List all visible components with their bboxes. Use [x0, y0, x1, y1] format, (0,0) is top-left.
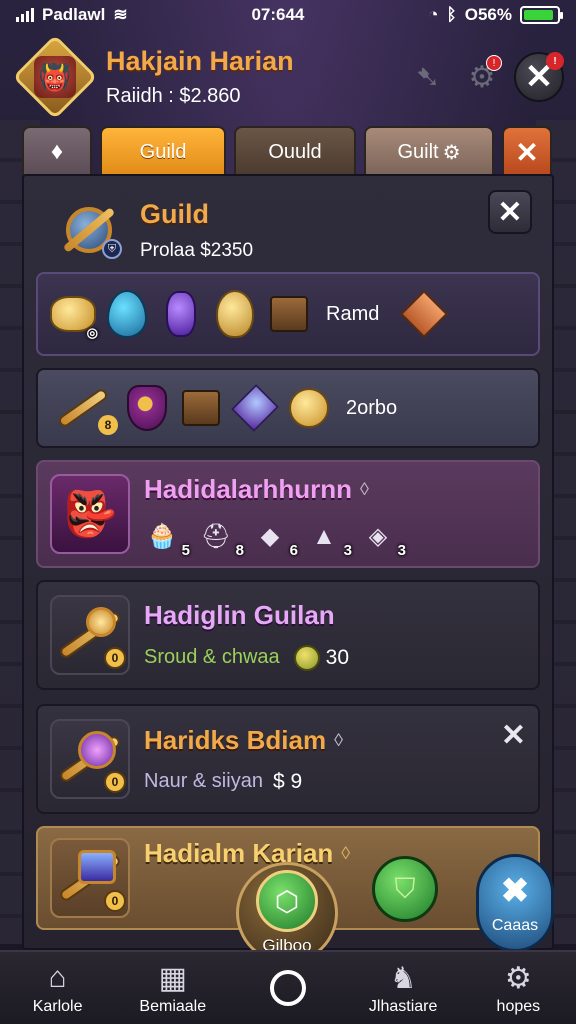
battery-percent: O56%: [464, 5, 512, 24]
nav-system-home[interactable]: [233, 970, 343, 1006]
purple-gem-icon: [158, 291, 204, 337]
player-currency: Raiidh : $2.860: [106, 85, 241, 107]
row-4-desc: Sroud & chwaa: [144, 646, 280, 668]
guild-header: ⛨ Guild Prolaa $2350 ✕: [54, 188, 532, 272]
signal-icon: [16, 8, 34, 22]
reward-row-1[interactable]: ◎ Ramd: [36, 272, 540, 356]
inventory-icon: ▦: [158, 961, 187, 995]
horn-icon[interactable]: ➷: [406, 55, 450, 99]
helmet-icon: ⛑ 8: [200, 523, 244, 559]
tab-bar: ♦ Guild Ouuld Guilt ⚙ ✕: [22, 126, 554, 176]
blue-action-button[interactable]: ✖ Caaas: [476, 854, 554, 952]
battery-icon: [519, 6, 563, 24]
purple-shield-icon: [124, 385, 170, 431]
nav-mount[interactable]: ♞ Jlhastiare: [348, 960, 458, 1016]
wifi-icon: ≋: [113, 5, 128, 24]
violet-gem-icon: [231, 384, 279, 432]
reward-row-3[interactable]: 👺 Hadidalarhhurnn ◊ 🧁 5 ⛑ 8 ◆ 6 ▲ 3 ◈ 3: [36, 460, 540, 568]
golden-staff-icon: 0: [50, 595, 130, 675]
gold-bag-icon: ◎: [50, 291, 98, 340]
nav-inventory[interactable]: ▦ Bemiaale: [118, 960, 228, 1016]
mount-icon: ♞: [389, 961, 417, 995]
shield-icon: ⛉: [394, 872, 416, 904]
header-close-button[interactable]: ✕ !: [514, 52, 564, 102]
sword-item-icon: 8: [50, 385, 118, 435]
blue-action-label: Caaas: [491, 917, 539, 934]
row-5-title: Haridks Bdiam: [144, 724, 327, 755]
carrier-label: Padlawl: [42, 5, 106, 24]
alarm-icon: ◔: [428, 5, 439, 24]
guild-title: Guild: [140, 198, 209, 229]
notification-dot: !: [546, 52, 564, 70]
row-5-close-button[interactable]: ✕: [501, 718, 526, 753]
cross-swords-icon: ✖: [500, 872, 530, 910]
player-name: Hakjain Harian: [106, 46, 294, 76]
row-3-title: Hadidalarhhurnn: [144, 473, 353, 504]
guild-emblem-icon: ⛨: [54, 195, 124, 265]
reward-row-5[interactable]: 0 Haridks Bdiam ◊ Naur & siiyan $ 9 ✕: [36, 704, 540, 814]
tab-close[interactable]: ✕: [502, 126, 552, 176]
row-5-desc: Naur & siiyan: [144, 770, 263, 792]
purple-box-icon: ◆ 6: [260, 523, 298, 559]
demon-portrait-icon: 👺: [50, 474, 130, 554]
nav-home[interactable]: ⌂ Karlole: [3, 960, 113, 1016]
gold-gem-icon: [212, 290, 258, 338]
gear-icon: ⚙: [442, 141, 461, 164]
chest-icon: [266, 291, 312, 337]
settings-icon: ⚙: [504, 961, 532, 995]
tab-guild[interactable]: Guild: [100, 126, 226, 176]
tab-guilt[interactable]: Guilt ⚙: [364, 126, 494, 176]
circle-home-icon: [269, 970, 306, 1006]
cube-icon: ⬡: [256, 870, 318, 932]
crystal-icon: ♦: [50, 138, 64, 165]
status-bar: Padlawl ≋ 07:644 ◔ ᛒ O56%: [0, 0, 576, 30]
purple-wand-icon: 0: [50, 719, 130, 799]
blue-gem-icon: [104, 290, 150, 338]
gold-ore-icon: ▲ 3: [312, 522, 352, 559]
stone-icon: ◈ 3: [368, 523, 406, 559]
row-4-title: Hadiglin Guilan: [144, 599, 335, 630]
demon-face-icon: 👹: [34, 56, 76, 98]
guild-close-button[interactable]: ✕: [488, 190, 532, 234]
row-2-label: 2orbo: [346, 396, 398, 419]
gold-coin-icon: [286, 385, 332, 431]
tab-ouuld[interactable]: Ouuld: [234, 126, 356, 176]
clock: 07:644: [251, 5, 305, 24]
row-5-value: $ 9: [272, 769, 303, 793]
center-action-button[interactable]: ⬡ Gilboo: [236, 862, 338, 964]
cake-icon: 🧁 5: [147, 523, 190, 559]
bluetooth-icon: ᛒ: [446, 5, 457, 24]
reward-row-2[interactable]: 8 2orbo: [36, 368, 540, 448]
guild-subtitle: Prolaa $2350: [140, 239, 254, 261]
diamond-icon: ◊: [360, 478, 369, 499]
player-avatar[interactable]: 👹: [12, 34, 98, 120]
row-1-label: Ramd: [326, 302, 380, 325]
nav-settings[interactable]: ⚙ hopes: [463, 960, 573, 1016]
row-4-value: 30: [325, 645, 349, 669]
guild-panel: ⛨ Guild Prolaa $2350 ✕ ◎ Ramd 8 2orbo 👺 …: [22, 174, 554, 950]
chest-icon: [178, 385, 224, 431]
home-icon: ⌂: [48, 961, 67, 994]
notification-dot: !: [486, 55, 502, 71]
green-coin-icon: [293, 644, 320, 671]
diamond-icon: ◊: [334, 729, 343, 750]
orange-box-icon: [400, 289, 449, 339]
reward-row-4[interactable]: 0 Hadiglin Guilan Sroud & chwaa 30: [36, 580, 540, 690]
green-shield-button[interactable]: ⛉: [372, 856, 438, 922]
player-header: 👹 Hakjain Harian Raiidh : $2.860 ➷ ⚙! ✕ …: [12, 32, 564, 122]
gear-icon[interactable]: ⚙!: [460, 55, 504, 99]
crystal-hammer-icon: 0: [50, 838, 130, 918]
tab-crystal[interactable]: ♦: [22, 126, 92, 176]
diamond-icon: ◊: [341, 843, 351, 863]
bottom-nav: ⌂ Karlole ▦ Bemiaale ♞ Jlhastiare ⚙ hope…: [0, 950, 576, 1024]
